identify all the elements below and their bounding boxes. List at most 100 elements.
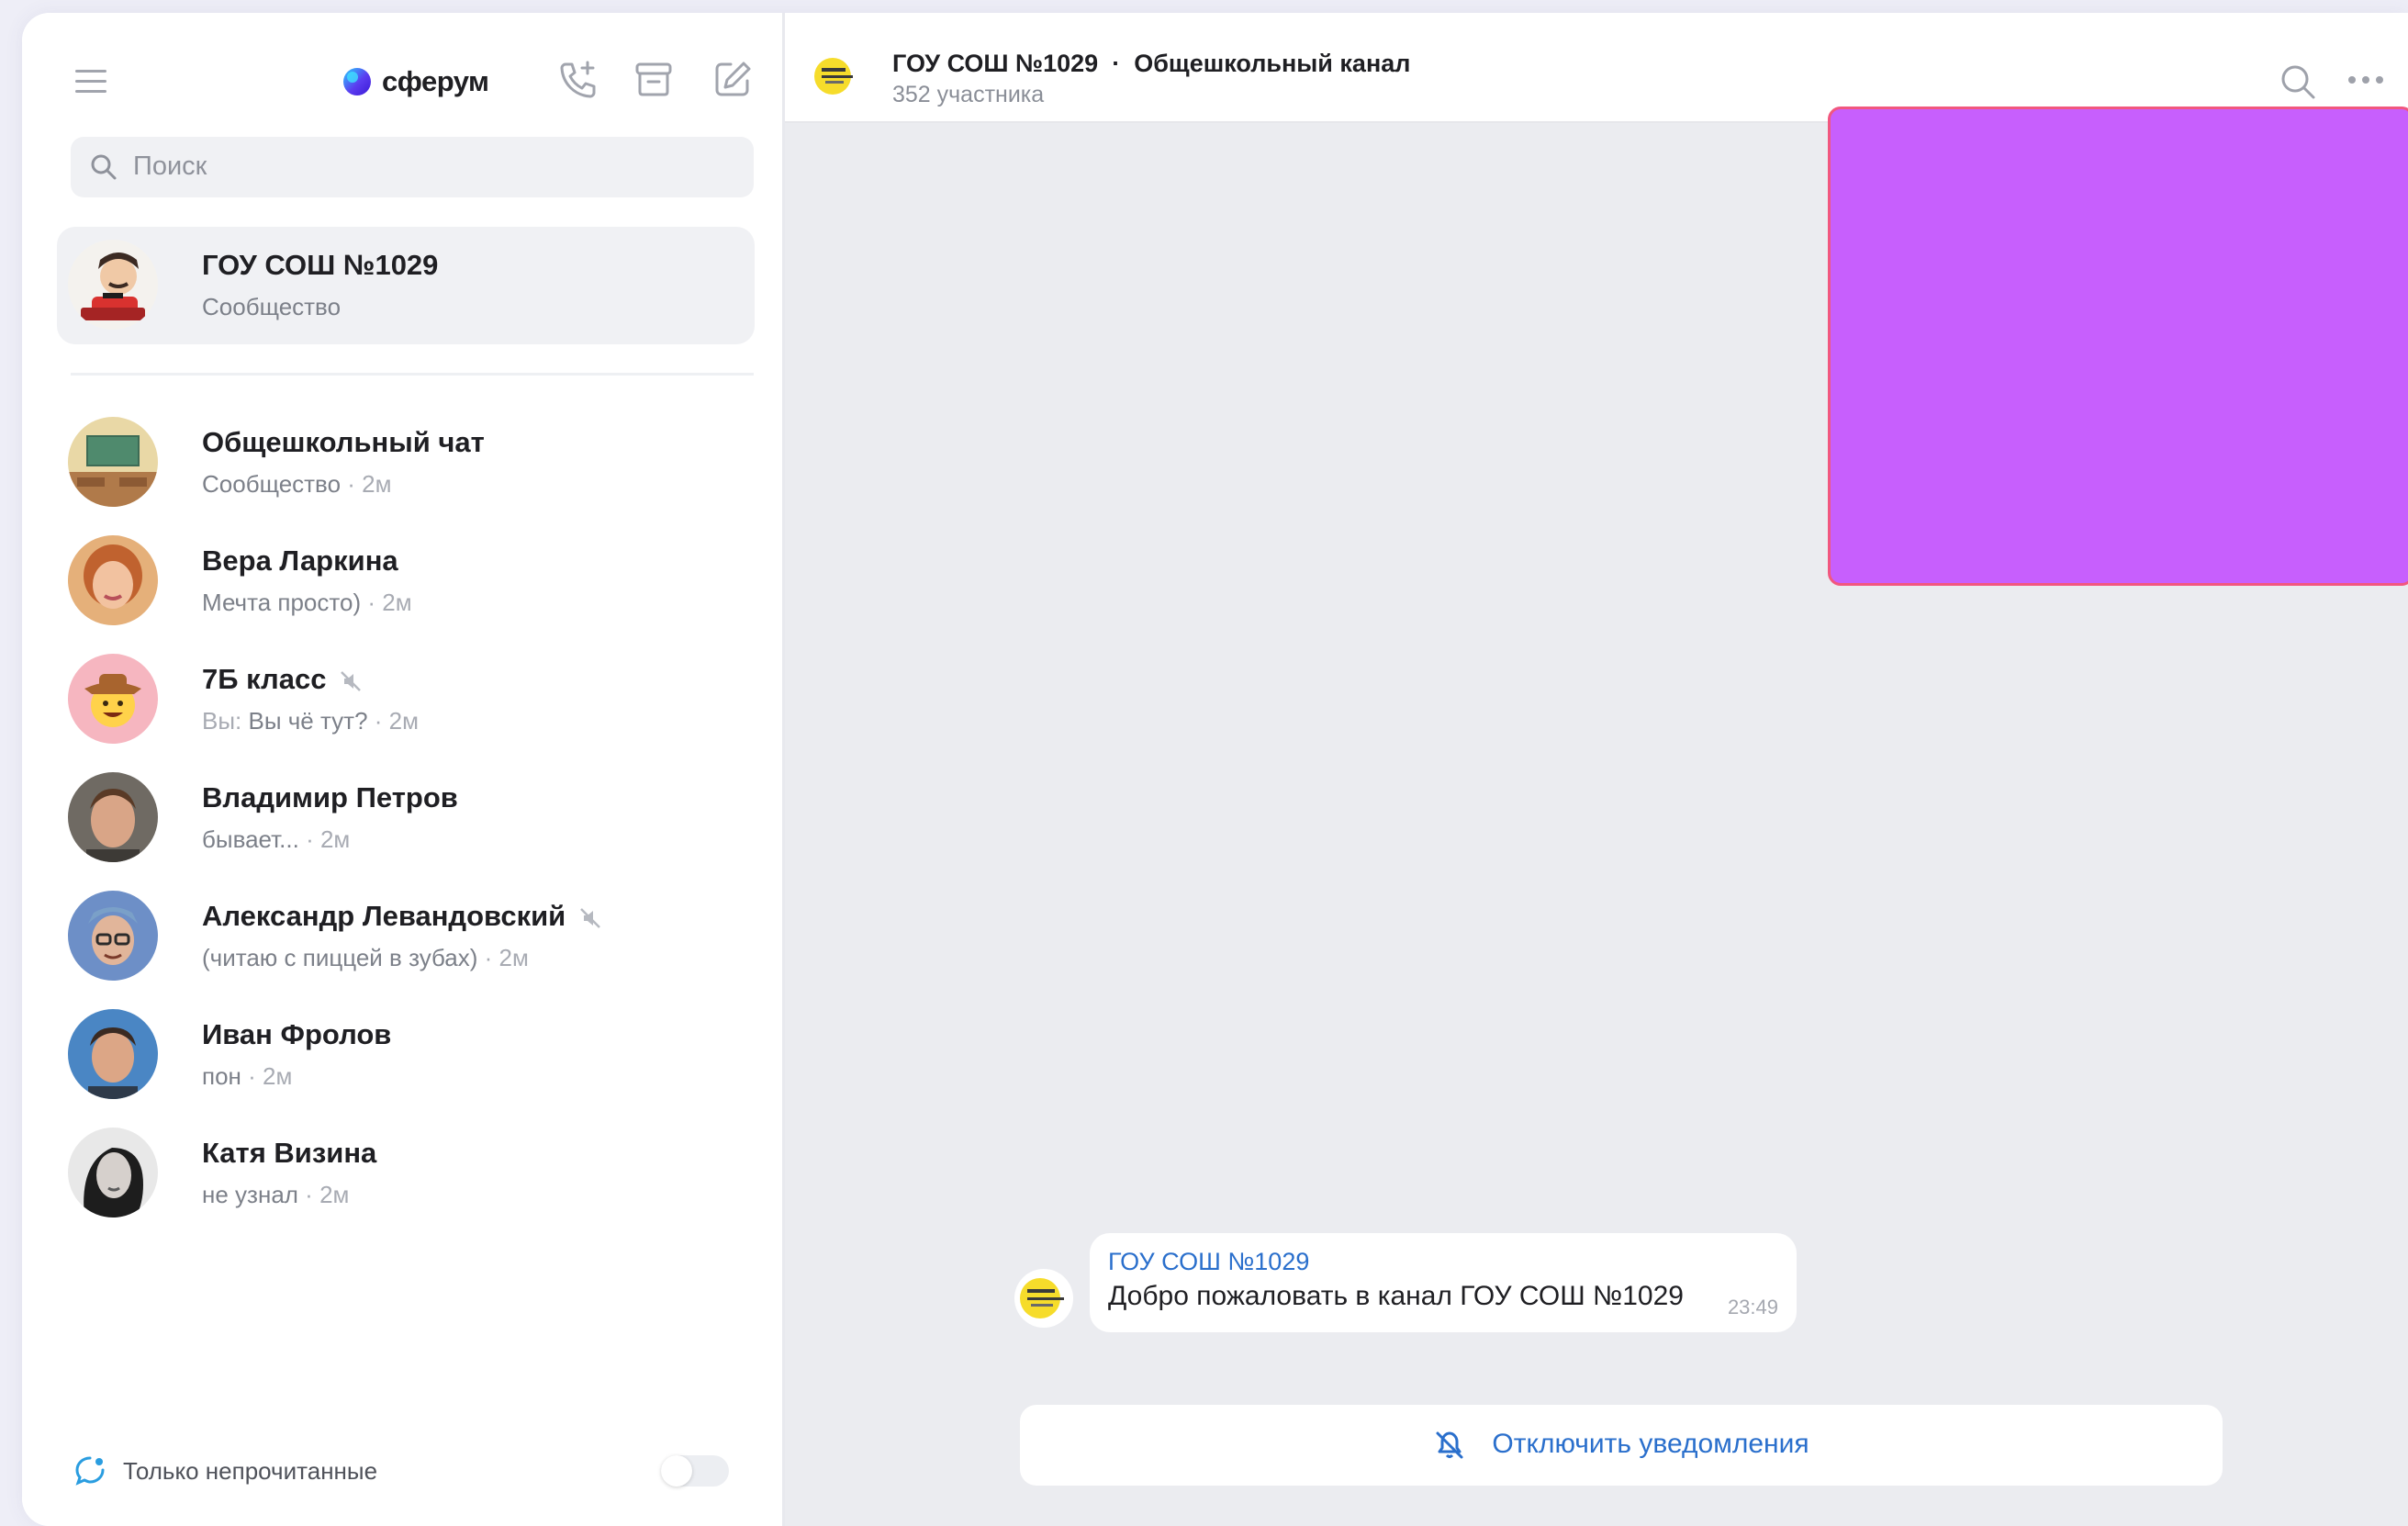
search-input[interactable]: Поиск xyxy=(71,137,754,197)
chat-time-value: 2м xyxy=(263,1062,293,1090)
toggle-knob xyxy=(661,1455,692,1487)
person-avatar-icon xyxy=(68,891,158,981)
chat-preview: (читаю с пиццей в зубах) · 2м xyxy=(202,944,529,972)
members-count: 352 участника xyxy=(892,82,1045,107)
mute-button-content: Отключить уведомления xyxy=(1020,1429,2223,1462)
chat-preview: Мечта просто) · 2м xyxy=(202,589,412,617)
message-time: 23:49 xyxy=(1727,1296,1778,1318)
chat-preview: Вы: Вы чё тут? · 2м xyxy=(202,707,419,735)
chat-title: 7Б класс xyxy=(202,663,363,696)
cowboy-emoji-icon xyxy=(68,654,158,744)
chat-preview-text: (читаю с пиццей в зубах) xyxy=(202,944,478,971)
muted-icon xyxy=(341,670,362,691)
title-separator: · xyxy=(1112,50,1121,77)
chat-item[interactable]: Александр Левандовский (читаю с пиццей в… xyxy=(57,878,755,995)
chat-preview: Сообщество · 2м xyxy=(202,470,392,499)
chat-preview-text: не узнал xyxy=(202,1181,298,1208)
unread-only-toggle[interactable] xyxy=(661,1455,729,1487)
person-avatar-icon xyxy=(68,535,158,625)
school-logo-icon xyxy=(1020,1278,1064,1318)
channel-avatar[interactable] xyxy=(809,50,862,103)
chat-item[interactable]: 7Б класс Вы: Вы чё тут? · 2м xyxy=(57,641,755,758)
unread-only-label: Только непрочитанные xyxy=(123,1457,378,1485)
chat-preview-text: Мечта просто) xyxy=(202,589,362,616)
chat-time: · 2м xyxy=(477,944,529,971)
message-avatar[interactable] xyxy=(1014,1269,1073,1328)
divider xyxy=(71,373,754,376)
community-avatar-icon xyxy=(68,240,158,330)
unread-chat-icon xyxy=(75,1456,105,1486)
video-overlay xyxy=(1828,107,2408,586)
chat-time-value: 2м xyxy=(498,944,529,971)
more-icon[interactable] xyxy=(2346,73,2386,86)
chat-title: Иван Фролов xyxy=(202,1018,392,1050)
chat-item-community[interactable]: ГОУ СОШ №1029 Сообщество xyxy=(57,227,755,344)
chat-item[interactable]: Вера Ларкина Мечта просто) · 2м xyxy=(57,522,755,640)
classroom-avatar-icon xyxy=(68,417,158,507)
avatar xyxy=(68,772,158,862)
chat-title: Вера Ларкина xyxy=(202,544,398,577)
mute-button-label: Отключить уведомления xyxy=(1492,1429,1809,1459)
app-window: сферум Поиск ГОУ СОШ №1029 Сообщество Об… xyxy=(22,13,2408,1526)
menu-icon[interactable] xyxy=(73,66,110,97)
chat-title-text: 7Б класс xyxy=(202,663,327,695)
chat-time: · 2м xyxy=(241,1062,293,1090)
chat-preview-text: Сообщество xyxy=(202,470,342,498)
channel-name: Общешкольный канал xyxy=(1134,50,1411,77)
chat-title: ГОУ СОШ №1029 xyxy=(202,249,439,281)
bell-off-icon xyxy=(1436,1431,1463,1459)
chat-time: · 2м xyxy=(361,589,412,616)
search-icon[interactable] xyxy=(2279,62,2319,103)
chat-time-value: 2м xyxy=(362,470,392,498)
muted-icon xyxy=(580,907,601,928)
person-avatar-icon xyxy=(68,1128,158,1217)
chat-item[interactable]: Катя Визина не узнал · 2м xyxy=(57,1115,755,1232)
mute-notifications-button[interactable]: Отключить уведомления xyxy=(1020,1405,2223,1486)
chat-time: · 2м xyxy=(367,707,420,735)
avatar xyxy=(68,240,158,330)
chat-title: Общешкольный чат xyxy=(202,426,485,458)
person-avatar-icon xyxy=(68,1009,158,1099)
chat-time-value: 2м xyxy=(319,825,351,853)
chat-preview: не узнал · 2м xyxy=(202,1181,349,1209)
chat-preview: бывает... · 2м xyxy=(202,825,350,854)
chat-item[interactable]: Владимир Петров бывает... · 2м xyxy=(57,759,755,877)
channel-title: ГОУ СОШ №1029 · Общешкольный канал xyxy=(892,50,1410,78)
message-author[interactable]: ГОУ СОШ №1029 xyxy=(1108,1248,1309,1276)
sidebar: сферум Поиск ГОУ СОШ №1029 Сообщество Об… xyxy=(22,13,785,1526)
avatar xyxy=(68,654,158,744)
school-logo-icon xyxy=(814,58,853,95)
sidebar-topbar: сферум xyxy=(22,13,782,141)
chat-sender: Вы: xyxy=(202,707,242,735)
app-logo-text: сферум xyxy=(382,65,489,97)
message-text: Добро пожаловать в канал ГОУ СОШ №1029 xyxy=(1108,1281,1684,1311)
avatar xyxy=(68,417,158,507)
community-name: ГОУ СОШ №1029 xyxy=(892,50,1099,77)
chat-title: Катя Визина xyxy=(202,1137,377,1169)
chat-time-value: 2м xyxy=(319,1181,350,1208)
chat-title: Александр Левандовский xyxy=(202,900,602,933)
chat-time: · 2м xyxy=(298,825,351,853)
avatar xyxy=(68,1009,158,1099)
chat-title-text: Александр Левандовский xyxy=(202,900,566,932)
person-avatar-icon xyxy=(68,772,158,862)
chat-preview-text: пон xyxy=(202,1062,241,1090)
message-bubble[interactable]: ГОУ СОШ №1029 Добро пожаловать в канал Г… xyxy=(1090,1233,1797,1332)
call-icon[interactable] xyxy=(556,59,599,101)
archive-icon[interactable] xyxy=(633,59,674,99)
avatar xyxy=(68,891,158,981)
search-placeholder: Поиск xyxy=(133,151,207,181)
chat-time-value: 2м xyxy=(382,589,412,616)
chat-subtitle: Сообщество xyxy=(202,293,342,320)
avatar xyxy=(68,1128,158,1217)
chat-item[interactable]: Общешкольный чат Сообщество · 2м xyxy=(57,404,755,522)
sferum-logo-icon xyxy=(343,68,371,95)
chat-time: · 2м xyxy=(297,1181,350,1208)
chat-preview-text: Вы чё тут? xyxy=(248,707,368,735)
compose-icon[interactable] xyxy=(712,59,753,99)
chat-title: Владимир Петров xyxy=(202,781,458,813)
chat-time-value: 2м xyxy=(388,707,420,735)
chat-preview-text: бывает... xyxy=(202,825,299,853)
chat-item[interactable]: Иван Фролов пон · 2м xyxy=(57,996,755,1114)
search-icon xyxy=(91,154,117,180)
